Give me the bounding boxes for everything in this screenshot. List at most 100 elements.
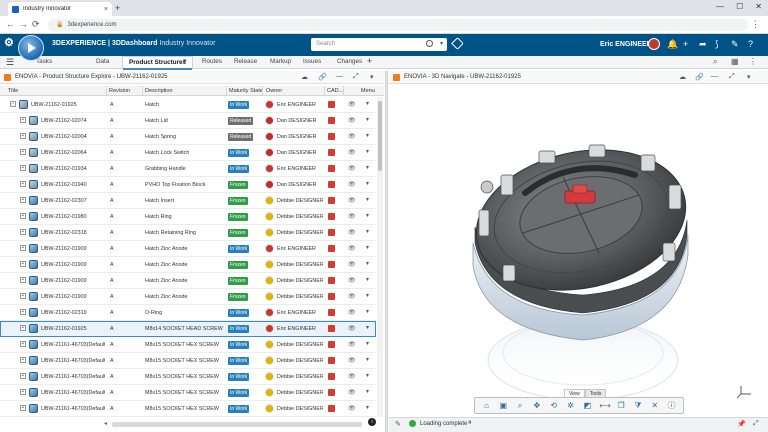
user-name[interactable]: Eric ENGINEER: [600, 41, 652, 48]
table-row[interactable]: + UBW-21162-01940 A PVHO Top Fixation Block…: [0, 177, 376, 193]
window-close-button[interactable]: ✕: [755, 2, 762, 11]
expand-icon[interactable]: ⤢: [753, 420, 759, 428]
cad-icon[interactable]: [328, 261, 335, 268]
add-tab-button[interactable]: +: [367, 56, 372, 67]
table-row[interactable]: + UBW-21162-02318 A Hatch Retaining Ring Fro…: [0, 225, 376, 241]
hatch-3d-model[interactable]: [443, 115, 703, 415]
tag-icon[interactable]: [451, 37, 464, 50]
cad-icon[interactable]: [328, 117, 335, 124]
scrollbar-thumb[interactable]: [378, 101, 382, 171]
maturity-badge[interactable]: Frozen: [228, 181, 248, 189]
community-icon[interactable]: ⟆: [715, 38, 719, 50]
info-icon[interactable]: i: [368, 418, 376, 426]
cad-icon[interactable]: [328, 357, 335, 364]
eye-icon[interactable]: 👁: [348, 133, 356, 140]
tab-markup[interactable]: Markup: [270, 58, 291, 65]
forward-icon[interactable]: →: [19, 19, 28, 30]
eye-icon[interactable]: 👁: [348, 165, 356, 172]
chevron-down-icon[interactable]: ▾: [366, 404, 369, 411]
filter-icon[interactable]: ⧩: [633, 401, 643, 411]
cad-icon[interactable]: [328, 165, 335, 172]
column-header-menu[interactable]: Menu: [361, 88, 375, 94]
link-icon[interactable]: 🔗: [318, 73, 327, 81]
maturity-badge[interactable]: Frozen: [228, 277, 248, 285]
expand-icon[interactable]: +: [20, 389, 26, 395]
chevron-down-icon[interactable]: ▾: [366, 132, 369, 139]
expand-icon[interactable]: +: [20, 117, 26, 123]
table-row[interactable]: + UBW-21162-02307 A Hatch Insert Frozen Debbi…: [0, 193, 376, 209]
expand-icon[interactable]: +: [20, 405, 26, 411]
row-title[interactable]: UBW-21162-02074: [41, 118, 105, 124]
help-icon[interactable]: ?: [748, 38, 753, 50]
table-row[interactable]: + UBW-21162-01909 A Hatch Zinc Anode Frozen D…: [0, 289, 376, 305]
row-title[interactable]: UBW-21161-46703(Default): [41, 358, 105, 364]
eye-icon[interactable]: 👁: [348, 229, 356, 236]
search-icon[interactable]: ⌕: [713, 57, 717, 67]
link-icon[interactable]: 🔗: [695, 73, 704, 81]
add-icon[interactable]: +: [683, 38, 688, 50]
table-row[interactable]: + UBW-21162-02064 A Hatch Lock Switch In Wor…: [0, 145, 376, 161]
cloud-icon[interactable]: ☁: [679, 73, 686, 81]
grid-icon[interactable]: ▦: [731, 57, 739, 66]
table-row[interactable]: + UBW-21162-01934 A Grabbing Handle In Work E…: [0, 161, 376, 177]
chevron-down-icon[interactable]: ▾: [366, 388, 369, 395]
tab-data[interactable]: Data: [96, 58, 109, 65]
cad-icon[interactable]: [328, 213, 335, 220]
eye-icon[interactable]: 👁: [348, 357, 356, 364]
notifications-icon[interactable]: 🔔: [667, 38, 678, 50]
column-header-description[interactable]: Description: [145, 88, 173, 94]
cad-icon[interactable]: [328, 133, 335, 140]
maturity-badge[interactable]: Frozen: [228, 229, 248, 237]
eye-icon[interactable]: 👁: [348, 261, 356, 268]
fit-all-icon[interactable]: ▣: [498, 401, 508, 411]
table-row[interactable]: + UBW-21161-46703(Default) A M8x15 SOCKET H…: [0, 353, 376, 369]
column-header-revision[interactable]: Revision: [109, 88, 130, 94]
search-input[interactable]: Search ▾: [311, 38, 447, 51]
cad-icon[interactable]: [328, 341, 335, 348]
eye-icon[interactable]: 👁: [348, 309, 356, 316]
expand-icon[interactable]: +: [20, 245, 26, 251]
new-tab-button[interactable]: +: [115, 3, 120, 13]
maturity-badge[interactable]: In Work: [228, 165, 250, 173]
maturity-badge[interactable]: Released: [228, 133, 254, 141]
tab-close-icon[interactable]: ×: [104, 6, 108, 13]
row-title[interactable]: UBW-21161-46703(Default): [41, 342, 105, 348]
column-header-cad[interactable]: CAD...: [327, 88, 343, 94]
scroll-left-icon[interactable]: ◂: [104, 420, 107, 427]
maturity-badge[interactable]: In Work: [228, 405, 250, 413]
row-title[interactable]: UBW-21162-01909: [41, 294, 105, 300]
row-title[interactable]: UBW-21162-01909: [41, 278, 105, 284]
cad-icon[interactable]: [328, 101, 335, 108]
eye-icon[interactable]: 👁: [348, 101, 356, 108]
expand-icon[interactable]: +: [20, 325, 26, 331]
panel-menu-icon[interactable]: ▾: [370, 73, 374, 81]
table-row[interactable]: + UBW-21161-46703(Default) A M8x15 SOCKET H…: [0, 385, 376, 401]
maximize-panel-icon[interactable]: ⤢: [353, 73, 359, 81]
info-icon[interactable]: ⓘ: [667, 401, 677, 411]
row-title[interactable]: UBW-21162-02064: [41, 150, 105, 156]
maturity-badge[interactable]: In Work: [228, 341, 250, 349]
table-row[interactable]: + UBW-21162-02074 A Hatch Lid Released Dan DE…: [0, 113, 376, 129]
vertical-scrollbar[interactable]: [377, 97, 383, 417]
compass-icon[interactable]: [18, 35, 44, 61]
cad-icon[interactable]: [328, 389, 335, 396]
cad-icon[interactable]: [328, 181, 335, 188]
chevron-down-icon[interactable]: ▾: [366, 100, 369, 107]
panel-splitter[interactable]: [385, 71, 388, 432]
pin-icon[interactable]: 📌: [737, 420, 746, 428]
chevron-down-icon[interactable]: ▾: [366, 212, 369, 219]
eye-icon[interactable]: 👁: [348, 277, 356, 284]
tab-routes[interactable]: Routes: [202, 58, 222, 65]
maturity-badge[interactable]: In Work: [228, 357, 250, 365]
row-title[interactable]: UBW-21162-02318: [41, 230, 105, 236]
row-title[interactable]: UBW-21161-46703(Default): [41, 390, 105, 396]
column-header-title[interactable]: Title: [8, 88, 18, 94]
table-row[interactable]: + UBW-21161-46703(Default) A M8x15 SOCKET H…: [0, 401, 376, 417]
hamburger-icon[interactable]: ☰: [6, 57, 14, 67]
tab-release[interactable]: Release: [234, 58, 257, 65]
row-title[interactable]: UBW-21162-02004: [41, 134, 105, 140]
maturity-badge[interactable]: In Work: [228, 245, 250, 253]
maximize-button[interactable]: ☐: [736, 2, 743, 11]
expand-icon[interactable]: +: [20, 261, 26, 267]
chevron-down-icon[interactable]: ▾: [366, 244, 369, 251]
